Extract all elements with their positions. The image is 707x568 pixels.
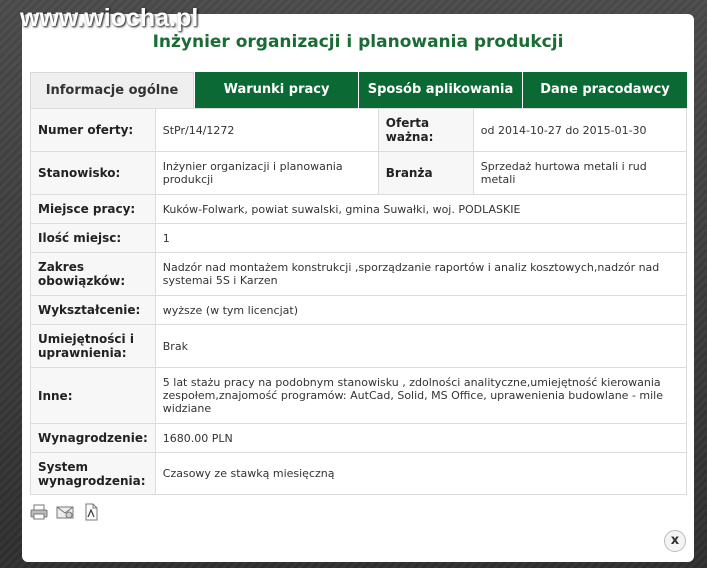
salary-system-value: Czasowy ze stawką miesięczną — [154, 452, 688, 495]
positions-count-label: Ilość miejsc: — [30, 223, 156, 253]
offer-number-value: StPr/14/1272 — [154, 108, 379, 152]
position-label: Stanowisko: — [30, 151, 156, 195]
education-value: wyższe (w tym licencjat) — [154, 295, 688, 325]
other-label: Inne: — [30, 367, 156, 424]
tab-employer-data[interactable]: Dane pracodawcy — [522, 72, 687, 108]
workplace-label: Miejsce pracy: — [30, 194, 156, 224]
tab-bar: Informacje ogólne Warunki pracy Sposób a… — [30, 72, 687, 108]
skills-label: Umiejętności i uprawnienia: — [30, 324, 156, 368]
salary-system-label: System wynagrodzenia: — [30, 452, 156, 495]
other-value: 5 lat stażu pracy na podobnym stanowisku… — [154, 367, 688, 424]
education-label: Wykształcenie: — [30, 295, 156, 325]
duties-value: Nadzór nad montażem konstrukcji ,sporząd… — [154, 252, 688, 296]
tab-how-to-apply[interactable]: Sposób aplikowania — [358, 72, 522, 108]
salary-label: Wynagrodzenie: — [30, 423, 156, 453]
skills-value: Brak — [154, 324, 688, 368]
offer-number-label: Numer oferty: — [30, 108, 156, 152]
positions-count-value: 1 — [154, 223, 688, 253]
job-offer-dialog: Inżynier organizacji i planowania produk… — [22, 14, 694, 562]
salary-value: 1680.00 PLN — [154, 423, 688, 453]
action-icons — [30, 503, 100, 521]
workplace-value: Kuków-Folwark, powiat suwalski, gmina Su… — [154, 194, 688, 224]
industry-value: Sprzedaż hurtowa metali i rud metali — [472, 151, 688, 195]
watermark: www.wiocha.pl — [20, 4, 199, 32]
close-button[interactable]: x — [664, 530, 686, 552]
email-icon[interactable] — [56, 503, 74, 521]
offer-validity-label: Oferta ważna: — [377, 108, 474, 152]
dialog-title: Inżynier organizacji i planowania produk… — [152, 32, 564, 52]
tab-working-conditions[interactable]: Warunki pracy — [194, 72, 358, 108]
pdf-icon[interactable] — [82, 503, 100, 521]
printer-icon[interactable] — [30, 503, 48, 521]
offer-validity-value: od 2014-10-27 do 2015-01-30 — [472, 108, 688, 152]
industry-label: Branża — [377, 151, 474, 195]
position-value: Inżynier organizacji i planowania produk… — [154, 151, 379, 195]
offer-details-table: Numer oferty: StPr/14/1272 Oferta ważna:… — [30, 108, 688, 495]
duties-label: Zakres obowiązków: — [30, 252, 156, 296]
tab-general-info[interactable]: Informacje ogólne — [30, 72, 194, 108]
